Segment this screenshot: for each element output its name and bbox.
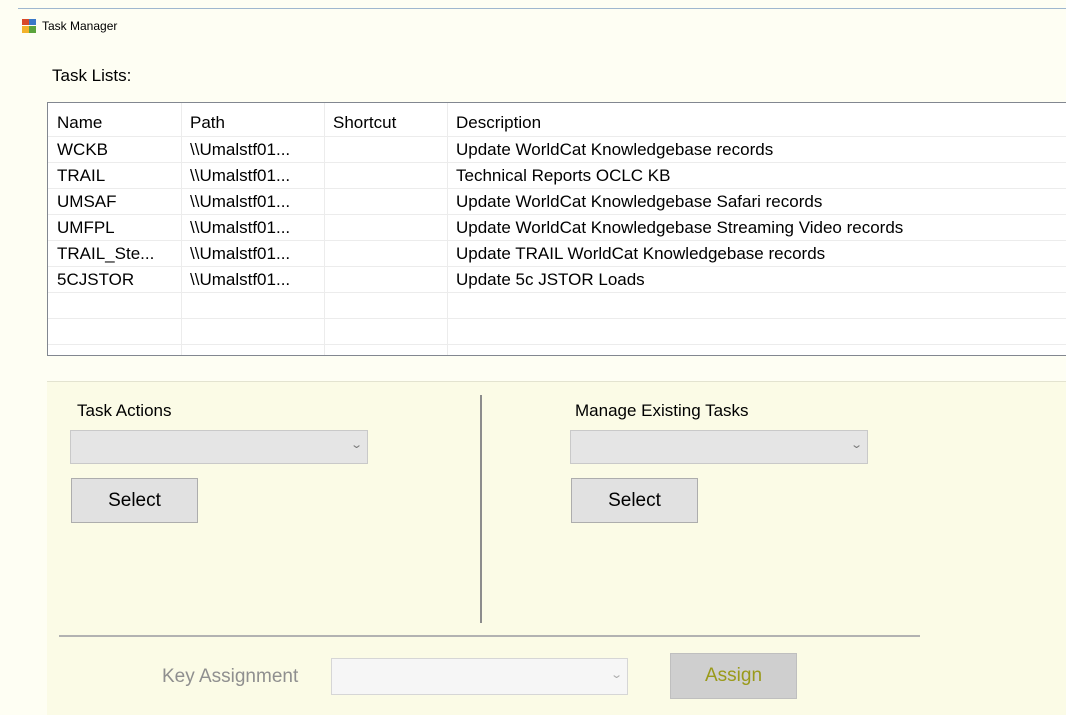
column-header-name[interactable]: Name xyxy=(48,109,181,135)
task-name: UMFPL xyxy=(57,218,115,237)
task-name: 5CJSTOR xyxy=(57,270,135,289)
task-description: Technical Reports OCLC KB xyxy=(456,166,671,185)
list-header: Name Path Shortcut Description xyxy=(48,109,1066,135)
column-header-shortcut[interactable]: Shortcut xyxy=(324,109,447,135)
list-item[interactable]: TRAIL_Ste... \\Umalstf01... Update TRAIL… xyxy=(48,240,1066,266)
horizontal-divider xyxy=(59,635,920,637)
task-shortcut xyxy=(324,188,447,214)
list-item[interactable]: UMFPL \\Umalstf01... Update WorldCat Kno… xyxy=(48,214,1066,240)
task-list-view[interactable]: Name Path Shortcut Description WCKB \\Um… xyxy=(47,102,1066,356)
task-path: \\Umalstf01... xyxy=(190,166,291,185)
window-title: Task Manager xyxy=(42,19,118,33)
task-name: TRAIL xyxy=(57,166,106,185)
task-path: \\Umalstf01... xyxy=(190,270,291,289)
row-divider xyxy=(48,292,1066,293)
list-item[interactable]: TRAIL \\Umalstf01... Technical Reports O… xyxy=(48,162,1066,188)
column-header-description[interactable]: Description xyxy=(447,109,1066,135)
task-shortcut xyxy=(324,266,447,292)
title-bar: Task Manager xyxy=(22,16,117,36)
list-item[interactable]: 5CJSTOR \\Umalstf01... Update 5c JSTOR L… xyxy=(48,266,1066,292)
task-description: Update 5c JSTOR Loads xyxy=(456,270,645,289)
task-name: TRAIL_Ste... xyxy=(57,244,155,263)
task-description: Update WorldCat Knowledgebase Streaming … xyxy=(456,218,904,237)
chevron-down-icon: ⌄ xyxy=(349,439,363,451)
task-actions-select-button[interactable]: Select xyxy=(71,478,198,523)
task-shortcut xyxy=(324,240,447,266)
key-assignment-label: Key Assignment xyxy=(162,666,299,687)
task-path: \\Umalstf01... xyxy=(190,140,291,159)
list-item[interactable]: WCKB \\Umalstf01... Update WorldCat Know… xyxy=(48,136,1066,162)
task-description: Update WorldCat Knowledgebase Safari rec… xyxy=(456,192,823,211)
list-item[interactable]: UMSAF \\Umalstf01... Update WorldCat Kno… xyxy=(48,188,1066,214)
task-actions-dropdown[interactable]: ⌄ xyxy=(70,430,368,464)
assign-button[interactable]: Assign xyxy=(670,653,797,699)
manage-tasks-title: Manage Existing Tasks xyxy=(575,401,749,420)
row-divider xyxy=(48,318,1066,319)
chevron-down-icon: ⌄ xyxy=(609,669,623,681)
app-icon xyxy=(22,19,36,33)
task-shortcut xyxy=(324,214,447,240)
task-description: Update WorldCat Knowledgebase records xyxy=(456,140,774,159)
task-shortcut xyxy=(324,162,447,188)
task-shortcut xyxy=(324,136,447,162)
task-lists-label: Task Lists: xyxy=(52,66,132,85)
key-assignment-dropdown[interactable]: ⌄ xyxy=(331,658,628,695)
window-top-border xyxy=(18,8,1066,9)
manage-tasks-select-button[interactable]: Select xyxy=(571,478,698,523)
row-divider xyxy=(48,344,1066,345)
task-path: \\Umalstf01... xyxy=(190,244,291,263)
vertical-divider xyxy=(480,395,482,623)
column-header-path[interactable]: Path xyxy=(181,109,324,135)
task-name: UMSAF xyxy=(57,192,117,211)
task-description: Update TRAIL WorldCat Knowledgebase reco… xyxy=(456,244,826,263)
task-actions-title: Task Actions xyxy=(77,401,172,420)
task-name: WCKB xyxy=(57,140,108,159)
manage-tasks-dropdown[interactable]: ⌄ xyxy=(570,430,868,464)
task-path: \\Umalstf01... xyxy=(190,218,291,237)
chevron-down-icon: ⌄ xyxy=(849,439,863,451)
task-path: \\Umalstf01... xyxy=(190,192,291,211)
actions-panel: Task Actions ⌄ Select Manage Existing Ta… xyxy=(47,381,1066,715)
